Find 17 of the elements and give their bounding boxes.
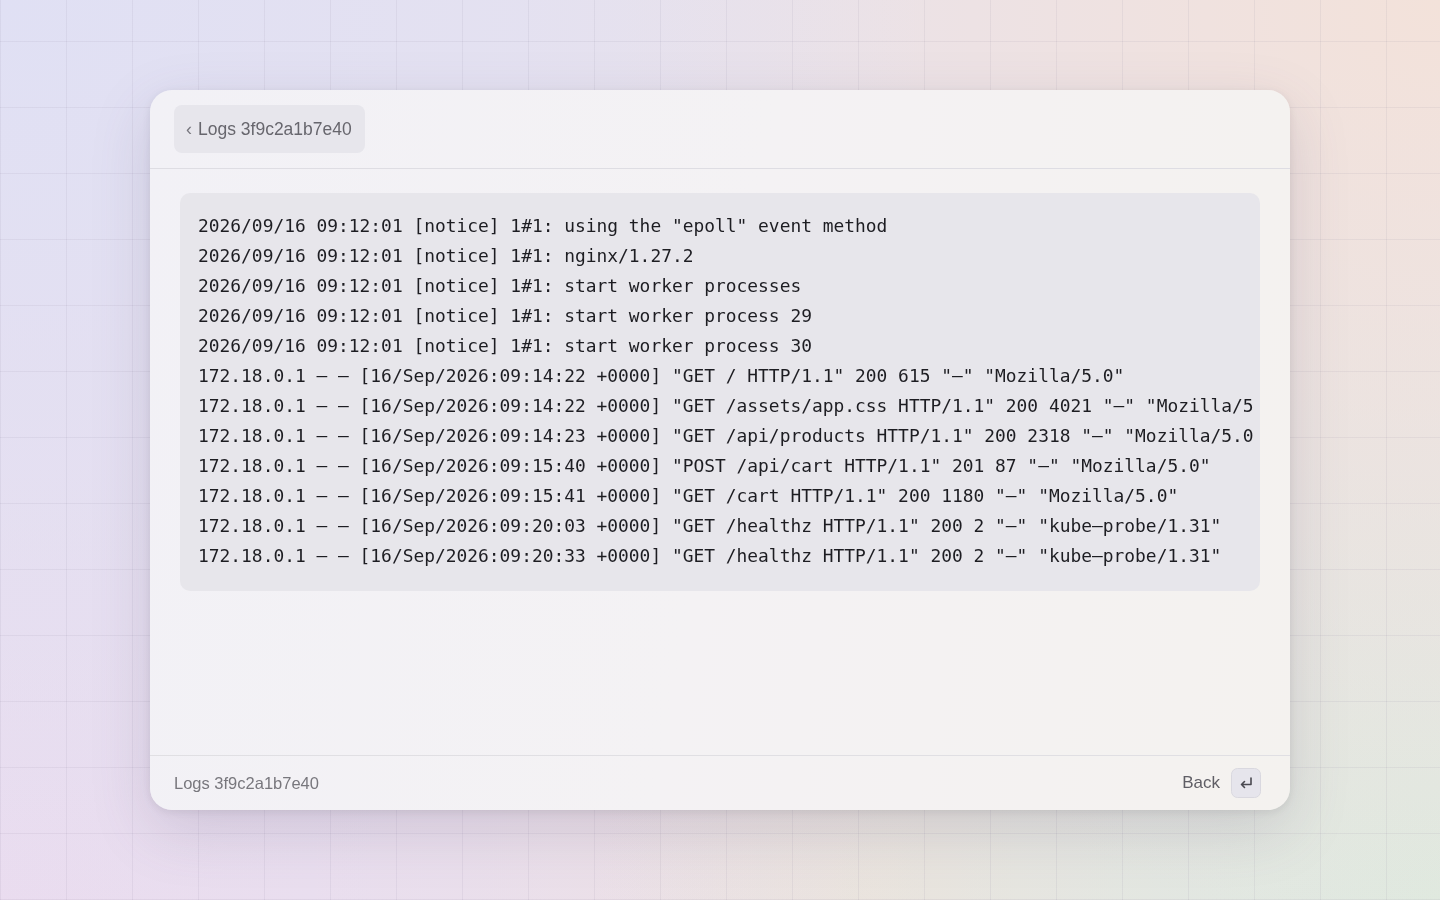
breadcrumb-button[interactable]: ‹ Logs 3f9c2a1b7e40	[174, 105, 365, 153]
log-line: 172.18.0.1 – – [16/Sep/2026:09:14:22 +0000] "GET / HTTP/1.1" 200 615 "–" "Mozilla/5.0"	[198, 364, 1125, 388]
chevron-icon: ‹	[186, 118, 192, 140]
log-line: 2026/09/16 09:12:01 [notice] 1#1: start worker process 29	[198, 304, 812, 328]
return-key-icon	[1231, 768, 1261, 798]
log-line: 172.18.0.1 – – [16/Sep/2026:09:15:41 +0000] "GET /cart HTTP/1.1" 200 1180 "–" "Mozilla/5.0"	[198, 484, 1179, 508]
log-line: 172.18.0.1 – – [16/Sep/2026:09:14:22 +0000] "GET /assets/app.css HTTP/1.1" 200 4021 "–" "Mozilla/5	[198, 394, 1254, 418]
log-line: 172.18.0.1 – – [16/Sep/2026:09:20:03 +0000] "GET /healthz HTTP/1.1" 200 2 "–" "kube–probe/1.31"	[198, 514, 1222, 538]
log-line: 172.18.0.1 – – [16/Sep/2026:09:14:23 +0000] "GET /api/products HTTP/1.1" 200 2318 "–" "Mozilla/5.0	[198, 424, 1254, 448]
log-line: 2026/09/16 09:12:01 [notice] 1#1: using the "epoll" event method	[198, 214, 888, 238]
footer-title: Logs 3f9c2a1b7e40	[174, 773, 320, 793]
back-button[interactable]: Back	[1182, 773, 1220, 793]
log-line: 172.18.0.1 – – [16/Sep/2026:09:15:40 +0000] "POST /api/cart HTTP/1.1" 201 87 "–" "Mozilla/5.0"	[198, 454, 1211, 478]
log-line: 2026/09/16 09:12:01 [notice] 1#1: start worker process 30	[198, 334, 812, 358]
log-line: 172.18.0.1 – – [16/Sep/2026:09:20:33 +0000] "GET /healthz HTTP/1.1" 200 2 "–" "kube–probe/1.31"	[198, 544, 1222, 568]
log-line: 2026/09/16 09:12:01 [notice] 1#1: nginx/1.27.2	[198, 244, 694, 268]
log-line: 2026/09/16 09:12:01 [notice] 1#1: start worker processes	[198, 274, 802, 298]
